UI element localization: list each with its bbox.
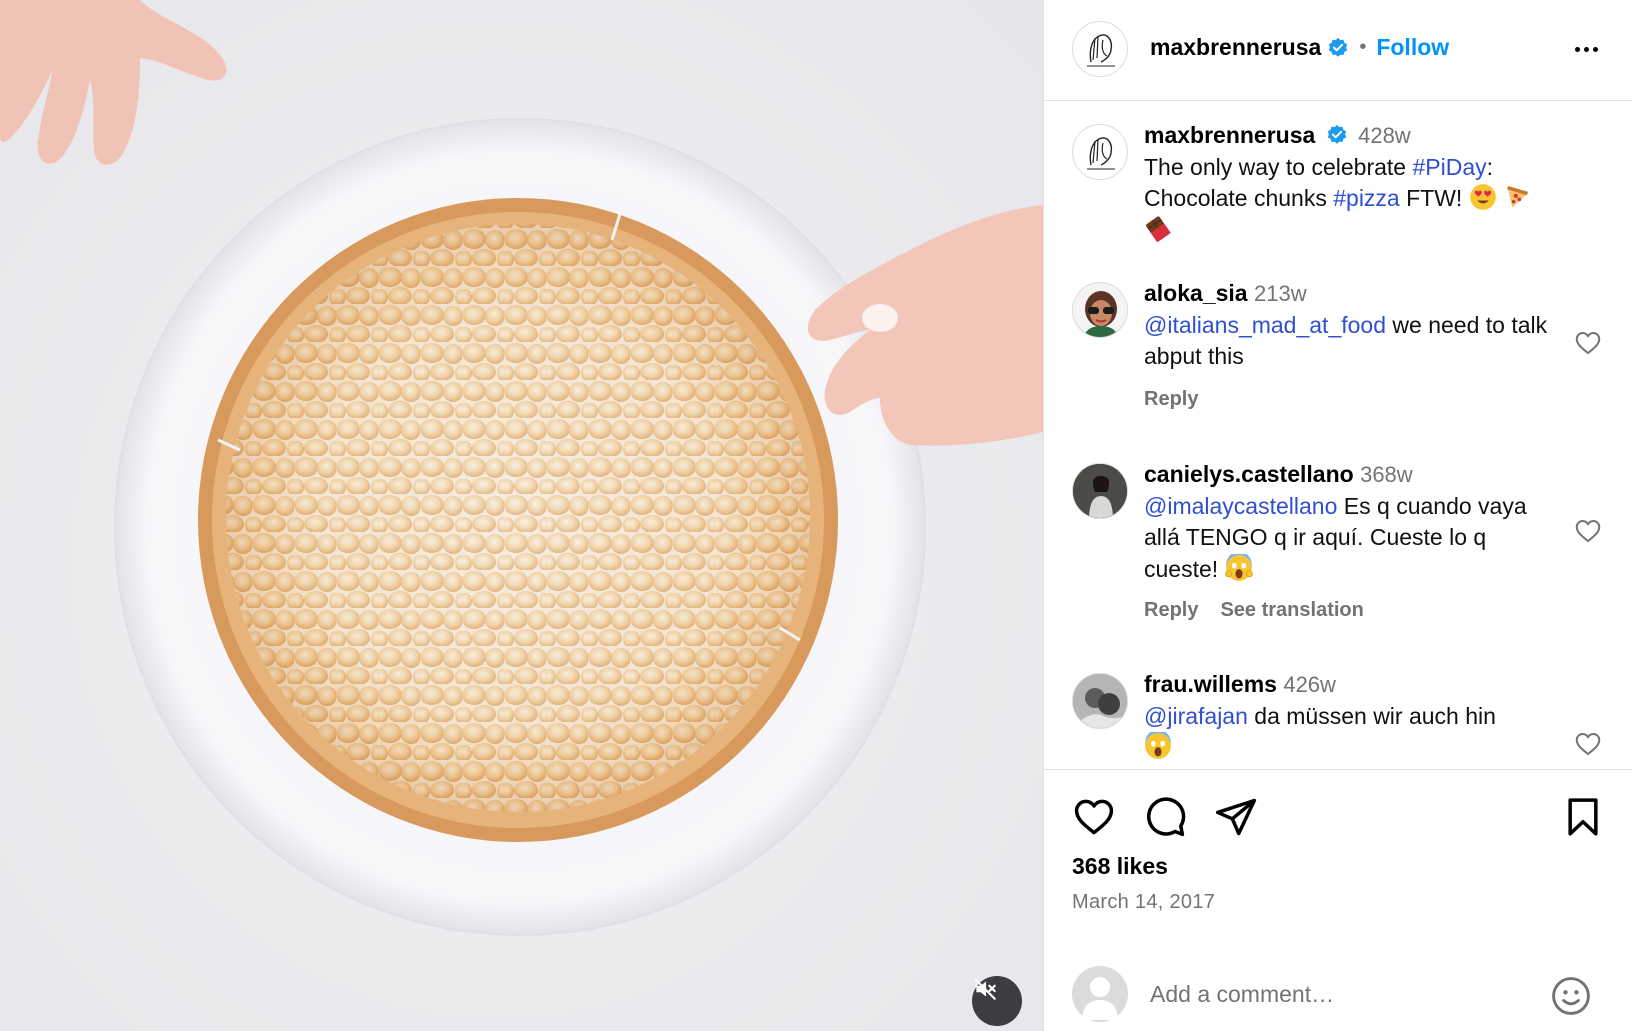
default-user-icon — [1082, 977, 1118, 1020]
pizza-emoji-icon — [1507, 185, 1529, 208]
comments-list[interactable]: maxbrennerusa 428w The only way to celeb… — [1044, 102, 1632, 770]
see-translation-button[interactable]: See translation — [1220, 599, 1363, 622]
comment-username[interactable]: frau.willems — [1144, 671, 1277, 697]
speaker-muted-icon — [974, 978, 996, 1000]
profile-photo-icon — [1073, 464, 1127, 518]
smiley-icon[interactable] — [1549, 974, 1593, 1018]
caption-text-1: The only way to celebrate — [1144, 153, 1413, 180]
verified-badge-icon — [1329, 37, 1348, 57]
profile-photo-icon — [1073, 674, 1127, 728]
paper-plane-icon[interactable] — [1214, 795, 1258, 839]
mute-button[interactable] — [972, 976, 1022, 1026]
comment-text: da müssen wir auch hin — [1247, 702, 1496, 729]
caption-username[interactable]: maxbrennerusa — [1144, 122, 1315, 148]
screaming-face-emoji-icon — [1224, 553, 1253, 581]
bookmark-icon[interactable] — [1561, 795, 1605, 839]
comment-mention[interactable]: @italians_mad_at_food — [1144, 312, 1386, 338]
header-user-line: maxbrennerusa • Follow — [1150, 34, 1449, 61]
comment-mention[interactable]: @imalaycastellano — [1144, 493, 1337, 519]
likes-count[interactable]: 368 likes — [1072, 853, 1168, 880]
post-panel: maxbrennerusa • Follow maxbrennerusa 428… — [1043, 0, 1632, 1031]
comment-bubble-icon[interactable] — [1143, 795, 1187, 839]
author-avatar[interactable] — [1072, 21, 1128, 77]
caption-body: maxbrennerusa 428w The only way to celeb… — [1144, 120, 1554, 246]
cartoon-avatar-icon — [1083, 291, 1119, 337]
commenter-avatar[interactable] — [1072, 282, 1128, 338]
caption-time[interactable]: 428w — [1358, 123, 1411, 148]
author-username[interactable]: maxbrennerusa — [1150, 34, 1321, 61]
max-brenner-logo-icon — [1087, 137, 1115, 170]
commenter-avatar[interactable] — [1072, 463, 1128, 519]
post-date[interactable]: March 14, 2017 — [1072, 891, 1215, 914]
post-media[interactable] — [0, 0, 1043, 1031]
post-actions: 368 likes March 14, 2017 — [1044, 771, 1632, 931]
comment-heart-icon[interactable] — [1573, 516, 1603, 546]
more-options-button[interactable] — [1566, 32, 1606, 66]
reply-button[interactable]: Reply — [1144, 599, 1198, 622]
comment-actions: Reply See translation — [1144, 599, 1364, 622]
comment-username[interactable]: aloka_sia — [1144, 280, 1248, 306]
max-brenner-logo-icon — [1087, 34, 1115, 67]
comment-actions: Reply — [1144, 388, 1198, 411]
heart-icon[interactable] — [1072, 795, 1116, 839]
reply-button[interactable]: Reply — [1144, 388, 1198, 411]
comment-time[interactable]: 426w — [1283, 672, 1336, 697]
comment-username[interactable]: canielys.castellano — [1144, 461, 1354, 487]
post-header: maxbrennerusa • Follow — [1044, 0, 1632, 101]
comment-input[interactable] — [1150, 974, 1530, 1014]
more-dot — [1592, 46, 1598, 52]
more-dot — [1583, 46, 1589, 52]
caption-avatar[interactable] — [1072, 124, 1128, 180]
screaming-face-emoji-icon — [1145, 732, 1171, 759]
comment-heart-icon[interactable] — [1573, 729, 1603, 759]
hashtag-piday[interactable]: #PiDay — [1412, 154, 1486, 180]
more-dot — [1574, 46, 1580, 52]
comment-heart-icon[interactable] — [1573, 328, 1603, 358]
current-user-avatar — [1072, 966, 1128, 1022]
hashtag-pizza[interactable]: #pizza — [1333, 185, 1399, 211]
follow-button[interactable]: Follow — [1376, 34, 1449, 61]
comment-body: canielys.castellano 368w @imalaycastella… — [1144, 459, 1554, 585]
chocolate-bar-emoji-icon — [1145, 215, 1171, 242]
pizza-photo — [0, 0, 1043, 936]
comment-composer — [1044, 946, 1632, 1031]
comment-body: aloka_sia 213w @italians_mad_at_food we … — [1144, 278, 1554, 373]
comment-mention[interactable]: @jirafajan — [1144, 703, 1248, 729]
caption-text-3: FTW! — [1399, 185, 1463, 211]
comment-time[interactable]: 368w — [1360, 462, 1413, 487]
commenter-avatar[interactable] — [1072, 673, 1128, 729]
comment-body: frau.willems 426w @jirafajan da müssen w… — [1144, 669, 1554, 764]
verified-badge-icon — [1327, 124, 1346, 144]
heart-eyes-emoji-icon — [1469, 184, 1496, 210]
separator-dot: • — [1359, 36, 1367, 58]
comment-time[interactable]: 213w — [1254, 281, 1307, 306]
